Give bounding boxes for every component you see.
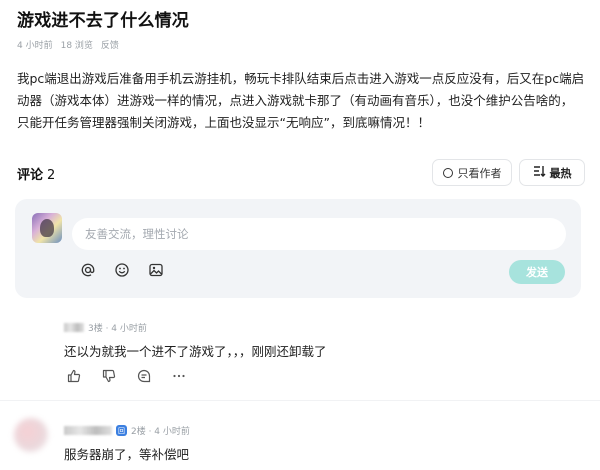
- comments-count: 2: [47, 168, 56, 183]
- comment-author-meta: 3楼 · 4 小时前: [64, 321, 147, 334]
- sort-hot-label: 最热: [549, 166, 572, 180]
- filter-author-label: 只看作者: [457, 166, 502, 180]
- filter-author-button[interactable]: 只看作者: [432, 159, 512, 186]
- comment-author-meta: 回 2楼 · 4 小时前: [64, 424, 190, 437]
- comment-actions: [66, 368, 206, 384]
- more-icon[interactable]: [171, 368, 187, 384]
- sort-hot-button[interactable]: 最热: [519, 159, 585, 186]
- comment-floor-time: 2楼 · 4 小时前: [131, 427, 190, 437]
- post-title: 游戏进不去了什么情况: [17, 11, 189, 31]
- radio-circle-icon: [442, 167, 453, 178]
- my-avatar: [32, 213, 62, 243]
- verified-badge-icon: 回: [116, 425, 127, 436]
- comment-input[interactable]: [72, 218, 566, 250]
- report-link[interactable]: 反馈: [101, 38, 119, 51]
- comment-text: 还以为就我一个进不了游戏了，，，刚刚还卸载了: [64, 344, 327, 359]
- reply-icon[interactable]: [136, 368, 152, 384]
- post-meta: 4 小时前 18 浏览 反馈: [17, 38, 119, 51]
- image-icon[interactable]: [148, 262, 164, 278]
- commenter-avatar[interactable]: [14, 418, 48, 452]
- sort-icon: [533, 165, 546, 180]
- author-name-blurred: [64, 323, 84, 332]
- comment-floor-time: 3楼 · 4 小时前: [88, 324, 147, 334]
- at-icon[interactable]: [80, 262, 96, 278]
- comment-divider: [0, 400, 600, 401]
- comments-label: 评论: [17, 168, 44, 183]
- thumbs-up-icon[interactable]: [66, 368, 82, 384]
- comment-text: 服务器崩了，等补偿吧: [64, 447, 190, 462]
- emoji-icon[interactable]: [114, 262, 130, 278]
- post-time: 4 小时前: [17, 41, 53, 51]
- send-button[interactable]: 发送: [509, 260, 565, 284]
- post-body: 我pc端退出游戏后准备用手机云游挂机，畅玩卡排队结束后点击进入游戏一点反应没有，…: [17, 71, 585, 130]
- post-views: 18 浏览: [60, 41, 93, 51]
- thumbs-down-icon[interactable]: [101, 368, 117, 384]
- author-name-blurred: [64, 426, 112, 435]
- comments-header: 评论 2: [17, 164, 55, 183]
